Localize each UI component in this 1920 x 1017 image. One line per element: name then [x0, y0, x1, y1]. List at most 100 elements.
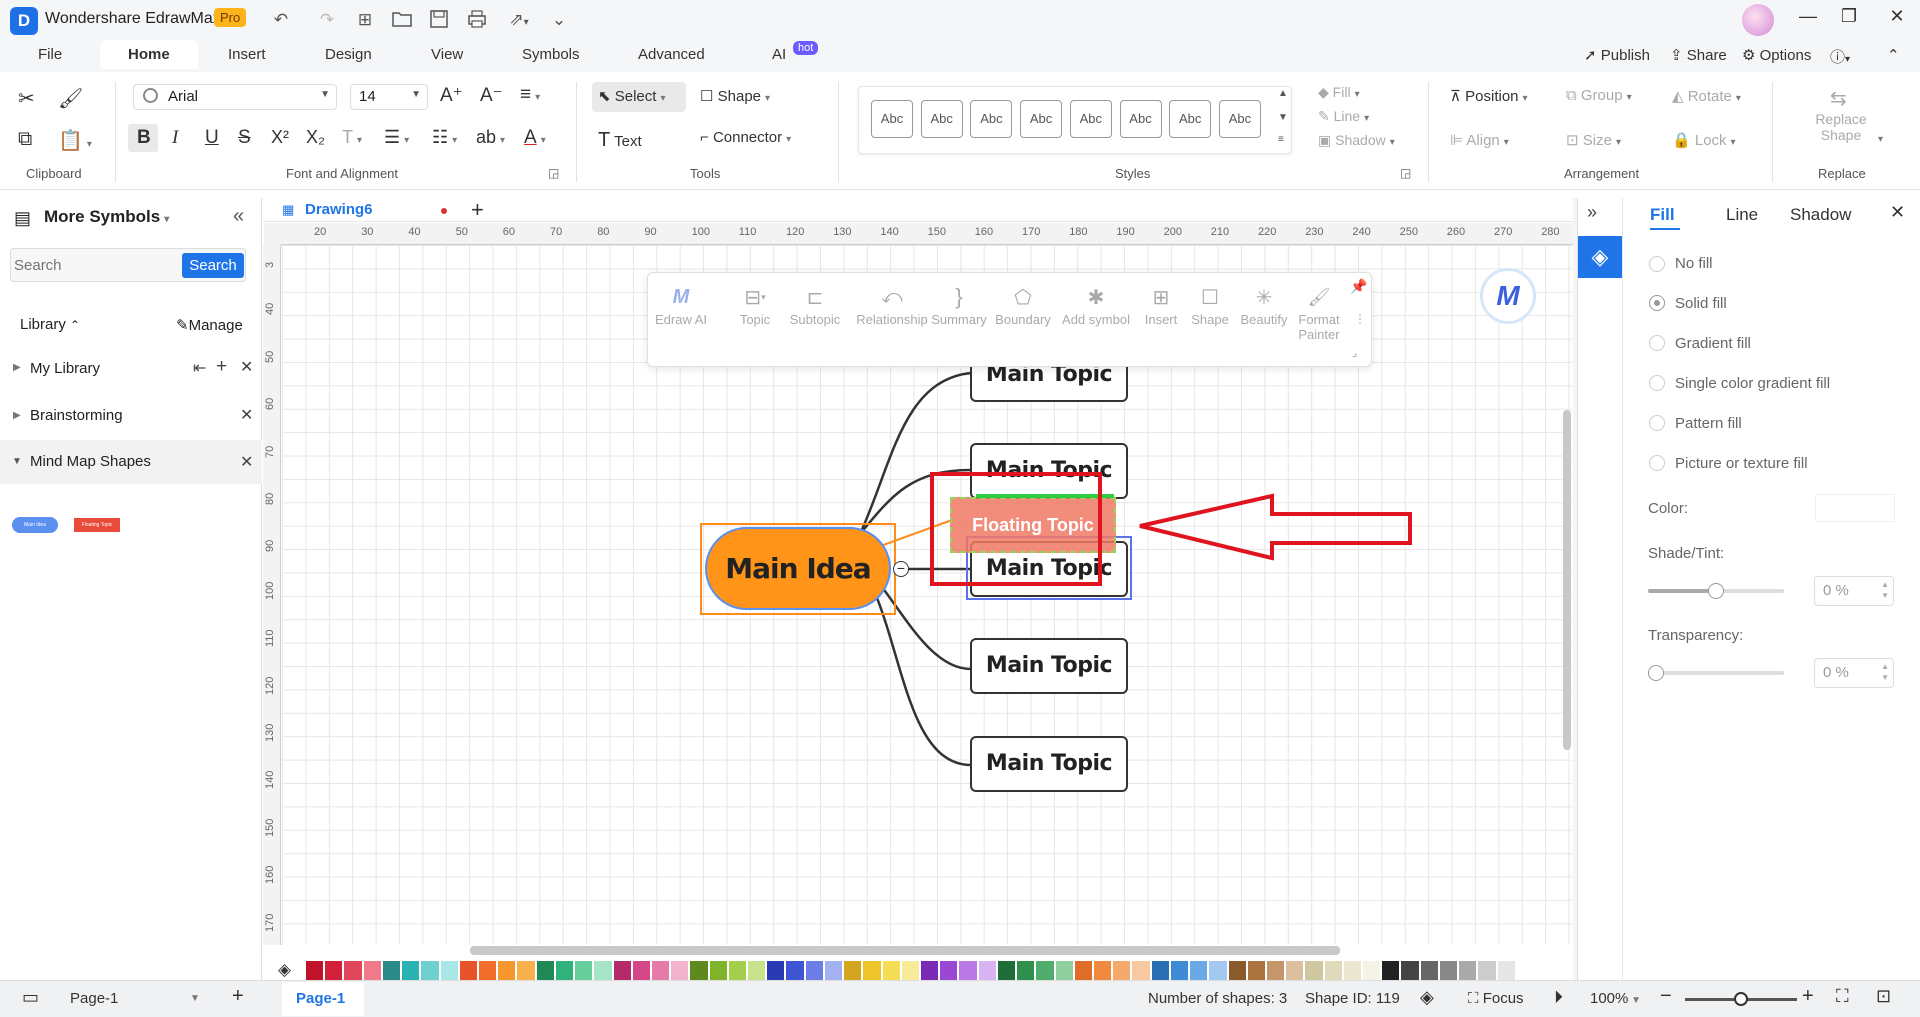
more-vertical-icon[interactable]: ⋮ — [1354, 312, 1366, 326]
palette-swatch[interactable] — [1382, 961, 1400, 980]
palette-swatch[interactable] — [767, 961, 785, 980]
main-topic-node[interactable]: Main Topic — [970, 736, 1128, 792]
zoom-out-icon[interactable]: − — [1660, 985, 1672, 1008]
palette-swatch[interactable] — [1516, 961, 1534, 980]
palette-swatch[interactable] — [555, 961, 574, 980]
styles-expand-icon[interactable]: ≡ — [1278, 134, 1284, 145]
palette-swatch[interactable] — [632, 961, 650, 980]
collapse-arrow-icon[interactable]: ▼ — [12, 456, 22, 467]
palette-swatch[interactable] — [1286, 961, 1304, 980]
shade-value-input[interactable]: 0 % ▲ ▼ — [1814, 576, 1894, 606]
format-painter-tool[interactable]: 🖌 Format Painter — [1294, 282, 1344, 343]
palette-swatch[interactable] — [421, 961, 439, 980]
fill-bucket-icon[interactable]: ◈ — [278, 960, 291, 980]
radio-no-fill[interactable] — [1649, 256, 1665, 272]
palette-swatch[interactable] — [844, 961, 862, 980]
palette-swatch[interactable] — [344, 961, 362, 980]
share-button[interactable]: ⇪ Share — [1670, 46, 1727, 64]
style-preset-8[interactable]: Abc — [1218, 100, 1261, 138]
fill-button[interactable]: ◆ Fill ▾ — [1318, 84, 1360, 101]
palette-swatch[interactable] — [1055, 961, 1073, 980]
shape-tool[interactable]: ☐ Shape — [1180, 282, 1240, 328]
palette-swatch[interactable] — [1132, 961, 1150, 980]
minimize-icon[interactable]: — — [1795, 6, 1821, 32]
fit-page-icon[interactable]: ⛶ — [1836, 986, 1849, 1007]
floating-topic-symbol-thumbnail[interactable]: Floating Topic — [74, 518, 120, 532]
layers-icon[interactable]: ◈ — [1420, 987, 1434, 1008]
subtopic-tool[interactable]: ⊏ Subtopic — [782, 282, 848, 328]
palette-swatch[interactable] — [459, 961, 477, 980]
menu-view[interactable]: View — [431, 46, 463, 63]
palette-swatch[interactable] — [1190, 961, 1208, 980]
pro-badge[interactable]: Pro — [214, 8, 247, 27]
palette-swatch[interactable] — [1305, 961, 1323, 980]
font-family-select[interactable]: Arial ▼ — [133, 84, 337, 110]
horizontal-scrollbar[interactable] — [470, 946, 1340, 955]
align-button[interactable]: ⊫ Align ▾ — [1450, 131, 1509, 149]
palette-swatch[interactable] — [940, 961, 958, 980]
palette-swatch[interactable] — [824, 961, 843, 980]
collapse-node-icon[interactable]: − — [893, 561, 909, 577]
replace-more-icon[interactable]: ▾ — [1878, 134, 1883, 145]
format-painter-icon[interactable]: 🖌 — [58, 86, 83, 111]
close-panel-icon[interactable]: ✕ — [1890, 202, 1905, 223]
palette-swatch[interactable] — [863, 961, 881, 980]
palette-swatch[interactable] — [402, 961, 420, 980]
style-preset-5[interactable]: Abc — [1069, 100, 1112, 138]
transparency-slider-track[interactable] — [1648, 671, 1784, 675]
styles-scroll-down-icon[interactable]: ▼ — [1278, 112, 1288, 123]
main-topic-node[interactable]: Main Topic — [970, 638, 1128, 694]
focus-button[interactable]: ⛶ Focus — [1468, 990, 1524, 1007]
palette-swatch[interactable] — [613, 961, 631, 980]
zoom-select[interactable]: 100% ▼ — [1590, 990, 1641, 1007]
cut-icon[interactable]: ✂ — [18, 86, 35, 111]
page-tab[interactable]: Page-1 — [296, 990, 345, 1007]
palette-swatch[interactable] — [1478, 961, 1496, 980]
close-icon[interactable]: ✕ — [240, 357, 253, 377]
radio-picture-fill[interactable] — [1649, 455, 1665, 471]
italic-icon[interactable]: I — [172, 127, 178, 149]
tab-fill[interactable]: Fill — [1650, 205, 1675, 225]
shade-slider-thumb[interactable] — [1708, 583, 1724, 599]
expand-arrow-icon[interactable]: ▶ — [13, 362, 21, 373]
palette-swatch[interactable] — [690, 961, 708, 980]
copy-icon[interactable]: ⧉ — [18, 128, 32, 151]
page-layout-icon[interactable]: ▭ — [22, 987, 39, 1008]
collapse-panel-icon[interactable]: « — [233, 205, 244, 228]
new-page-icon[interactable]: ⊞ — [354, 10, 376, 30]
style-preset-6[interactable]: Abc — [1119, 100, 1162, 138]
palette-swatch[interactable] — [363, 961, 381, 980]
palette-swatch[interactable] — [748, 961, 766, 980]
palette-swatch[interactable] — [786, 961, 804, 980]
radio-pattern-fill[interactable] — [1649, 415, 1665, 431]
menu-design[interactable]: Design — [325, 46, 372, 63]
palette-swatch[interactable] — [1401, 961, 1419, 980]
library-item-mind-map-shapes[interactable]: Mind Map Shapes — [30, 453, 151, 470]
publish-button[interactable]: ➚ Publish — [1584, 46, 1650, 64]
connector-tool-button[interactable]: ⌐ Connector ▾ — [700, 129, 791, 146]
styles-dialog-launcher-icon[interactable]: ◲ — [1400, 166, 1411, 180]
more-quick-actions-icon[interactable]: ⌄ — [548, 10, 570, 30]
select-tool-button[interactable]: ⬉ Select ▾ — [598, 87, 665, 105]
bullet-list-icon[interactable]: ☷ ▾ — [432, 127, 457, 148]
styles-scroll-up-icon[interactable]: ▲ — [1278, 88, 1288, 99]
style-preset-1[interactable]: Abc — [871, 100, 913, 138]
tab-line[interactable]: Line — [1726, 205, 1758, 225]
expand-arrow-icon[interactable]: ▶ — [13, 410, 21, 421]
increase-font-icon[interactable]: A⁺ — [440, 84, 463, 107]
line-button[interactable]: ✎ Line ▾ — [1318, 108, 1369, 125]
palette-swatch[interactable] — [1324, 961, 1342, 980]
palette-swatch[interactable] — [1036, 961, 1054, 980]
menu-ai[interactable]: AI — [772, 46, 786, 63]
rotate-button[interactable]: ◭ Rotate ▾ — [1672, 87, 1741, 105]
boundary-tool[interactable]: ⬠ Boundary — [990, 282, 1056, 328]
font-dialog-launcher-icon[interactable]: ◲ — [548, 166, 559, 180]
more-symbols-title[interactable]: More Symbols ▾ — [44, 207, 169, 227]
main-idea-node[interactable]: Main Idea — [705, 527, 891, 610]
restore-icon[interactable]: ❐ — [1836, 6, 1862, 32]
palette-swatch[interactable] — [594, 961, 612, 980]
font-color-icon[interactable]: A ▾ — [524, 127, 546, 149]
palette-swatch[interactable] — [306, 961, 324, 980]
style-preset-2[interactable]: Abc — [920, 100, 963, 138]
palette-swatch[interactable] — [1459, 961, 1477, 980]
